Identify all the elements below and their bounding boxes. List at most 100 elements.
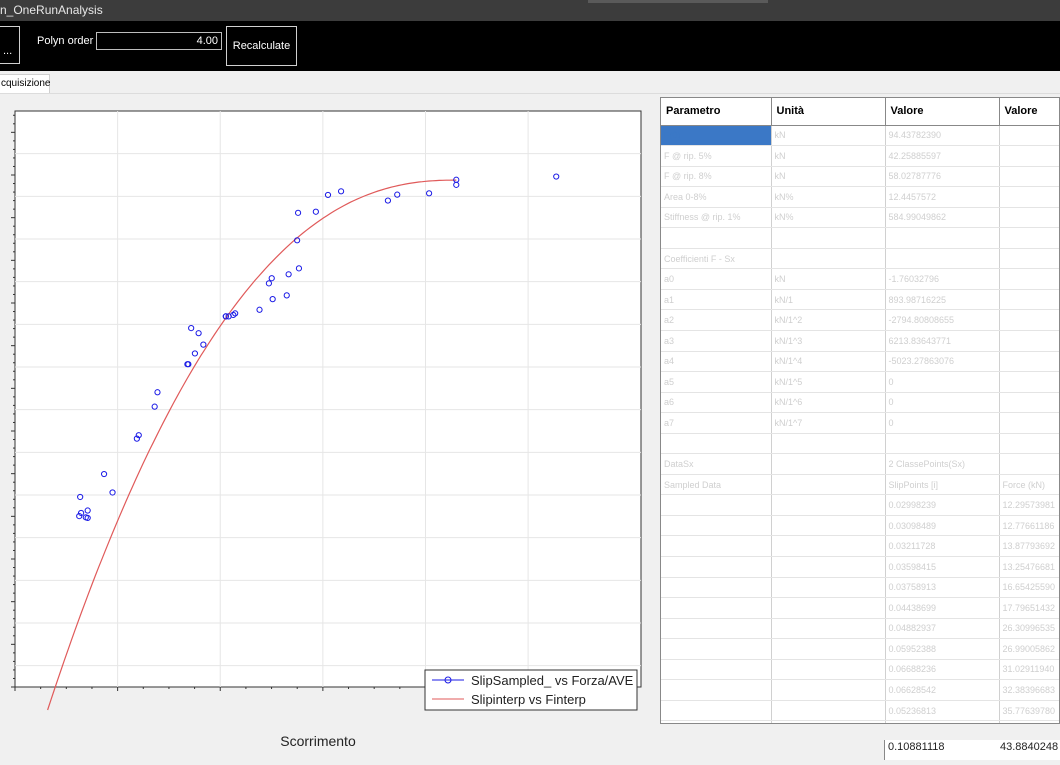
table-cell[interactable]: kN% bbox=[771, 207, 886, 229]
table-row[interactable] bbox=[661, 227, 1059, 249]
table-cell[interactable]: 12.4457572 bbox=[885, 186, 1000, 208]
table-cell[interactable] bbox=[999, 453, 1059, 475]
browse-button[interactable]: ... bbox=[0, 26, 20, 64]
table-cell[interactable]: -5023.27863076 bbox=[885, 351, 1000, 373]
table-cell[interactable] bbox=[999, 207, 1059, 229]
table-cell[interactable] bbox=[771, 577, 886, 599]
table-cell[interactable] bbox=[771, 494, 886, 516]
table-cell[interactable] bbox=[661, 556, 772, 578]
table-row[interactable]: 0.0850769736.02541495 bbox=[661, 720, 1059, 723]
table-cell[interactable]: 26.99005862 bbox=[999, 638, 1059, 660]
table-row[interactable]: Sampled Data SlipPoints [i] Force (kN) bbox=[661, 474, 1059, 496]
table-row[interactable]: DataSx 2 ClassePoints(Sx) bbox=[661, 453, 1059, 475]
table-cell[interactable]: kN/1^4 bbox=[771, 351, 886, 373]
table-row[interactable]: a0 kN -1.76032796 bbox=[661, 268, 1059, 290]
table-cell[interactable]: 0.03758913 bbox=[885, 577, 1000, 599]
table-cell[interactable] bbox=[661, 597, 772, 619]
table-cell[interactable] bbox=[999, 330, 1059, 352]
table-cell[interactable] bbox=[661, 535, 772, 557]
table-cell[interactable] bbox=[661, 433, 772, 455]
table-cell[interactable] bbox=[771, 248, 886, 270]
table-row[interactable]: 0.03098489 12.77661186 bbox=[661, 515, 1059, 537]
table-cell[interactable]: 12.29573981 bbox=[999, 494, 1059, 516]
table-cell[interactable]: a5 bbox=[661, 371, 772, 393]
table-cell[interactable] bbox=[771, 720, 886, 723]
table-cell[interactable]: 12.77661186 bbox=[999, 515, 1059, 537]
table-cell[interactable] bbox=[771, 700, 886, 722]
table-cell[interactable]: kN/1^3 bbox=[771, 330, 886, 352]
table-cell[interactable]: 0.05236813 bbox=[885, 700, 1000, 722]
table-row[interactable]: 0.03758913 16.65425590 bbox=[661, 577, 1059, 599]
table-cell[interactable] bbox=[661, 679, 772, 701]
table-cell[interactable]: Sampled Data bbox=[661, 474, 772, 496]
table-cell[interactable] bbox=[999, 248, 1059, 270]
table-cell[interactable]: 13.87793692 bbox=[999, 535, 1059, 557]
table-cell[interactable]: 0 bbox=[885, 371, 1000, 393]
table-row[interactable]: a4 kN/1^4 -5023.27863076 bbox=[661, 351, 1059, 373]
table-cell[interactable]: a2 bbox=[661, 309, 772, 331]
table-cell[interactable]: a1 bbox=[661, 289, 772, 311]
table-row[interactable]: 0.03211728 13.87793692 bbox=[661, 535, 1059, 557]
table-cell[interactable] bbox=[999, 371, 1059, 393]
table-row[interactable]: 0.05236813 35.77639780 bbox=[661, 700, 1059, 722]
polyn-order-input[interactable]: 4.00 bbox=[96, 32, 222, 50]
table-cell[interactable] bbox=[771, 659, 886, 681]
table-row[interactable]: Coefficienti F - Sx bbox=[661, 248, 1059, 270]
table-cell[interactable]: Stiffness @ rip. 1% bbox=[661, 207, 772, 229]
table-row[interactable]: 0.04438699 17.79651432 bbox=[661, 597, 1059, 619]
table-row[interactable]: F(0) kN 94.43782390 bbox=[661, 125, 1059, 147]
table-cell[interactable] bbox=[661, 659, 772, 681]
table-cell[interactable]: kN bbox=[771, 125, 886, 147]
table-cell[interactable] bbox=[999, 145, 1059, 167]
table-cell[interactable] bbox=[885, 433, 1000, 455]
table-cell[interactable]: kN% bbox=[771, 186, 886, 208]
table-cell[interactable]: -2794.80808655 bbox=[885, 309, 1000, 331]
table-cell[interactable]: -1.76032796 bbox=[885, 268, 1000, 290]
table-row[interactable]: 0.05952388 26.99005862 bbox=[661, 638, 1059, 660]
table-cell[interactable] bbox=[771, 453, 886, 475]
table-cell[interactable] bbox=[661, 577, 772, 599]
table-cell[interactable] bbox=[661, 494, 772, 516]
col-header-valore[interactable]: Valore bbox=[885, 98, 1000, 126]
table-cell[interactable] bbox=[771, 433, 886, 455]
table-cell[interactable]: 0.03098489 bbox=[885, 515, 1000, 537]
table-cell[interactable]: a6 bbox=[661, 392, 772, 414]
table-cell[interactable]: 0 bbox=[885, 412, 1000, 434]
table-cell[interactable]: 0.05952388 bbox=[885, 638, 1000, 660]
table-cell[interactable]: 58.02787776 bbox=[885, 166, 1000, 188]
table-cell[interactable]: 35.77639780 bbox=[999, 700, 1059, 722]
table-cell[interactable]: Area 0-8% bbox=[661, 186, 772, 208]
table-cell[interactable] bbox=[999, 433, 1059, 455]
recalculate-button[interactable]: Recalculate bbox=[226, 26, 297, 66]
table-cell[interactable]: 0.02998239 bbox=[885, 494, 1000, 516]
table-cell[interactable] bbox=[661, 515, 772, 537]
table-cell[interactable]: a0 bbox=[661, 268, 772, 290]
table-cell[interactable] bbox=[999, 166, 1059, 188]
table-cell[interactable] bbox=[771, 638, 886, 660]
table-cell[interactable] bbox=[999, 227, 1059, 249]
table-cell[interactable] bbox=[999, 392, 1059, 414]
table-row[interactable]: F @ rip. 8% kN 58.02787776 bbox=[661, 166, 1059, 188]
table-cell[interactable]: F @ rip. 5% bbox=[661, 145, 772, 167]
table-cell[interactable]: Coefficienti F - Sx bbox=[661, 248, 772, 270]
table-row[interactable]: 0.06688236 31.02911940 bbox=[661, 659, 1059, 681]
table-cell[interactable]: kN/1^7 bbox=[771, 412, 886, 434]
table-cell[interactable]: kN bbox=[771, 268, 886, 290]
table-row[interactable]: a2 kN/1^2 -2794.80808655 bbox=[661, 309, 1059, 331]
table-cell[interactable] bbox=[771, 556, 886, 578]
col-header-unita[interactable]: Unità bbox=[771, 98, 886, 126]
table-cell[interactable]: 0.03211728 bbox=[885, 535, 1000, 557]
table-cell[interactable] bbox=[661, 720, 772, 723]
table-cell[interactable]: 0.04882937 bbox=[885, 618, 1000, 640]
table-cell[interactable]: 0.06688236 bbox=[885, 659, 1000, 681]
table-cell[interactable]: 0.06628542 bbox=[885, 679, 1000, 701]
table-cell[interactable] bbox=[771, 227, 886, 249]
table-cell[interactable]: 0 bbox=[885, 392, 1000, 414]
table-cell[interactable] bbox=[999, 309, 1059, 331]
table-cell[interactable]: 17.79651432 bbox=[999, 597, 1059, 619]
table-cell[interactable] bbox=[661, 227, 772, 249]
table-row[interactable]: 0.03598415 13.25476681 bbox=[661, 556, 1059, 578]
table-cell[interactable]: 94.43782390 bbox=[885, 125, 1000, 147]
table-cell[interactable] bbox=[999, 412, 1059, 434]
table-cell[interactable] bbox=[999, 125, 1059, 147]
